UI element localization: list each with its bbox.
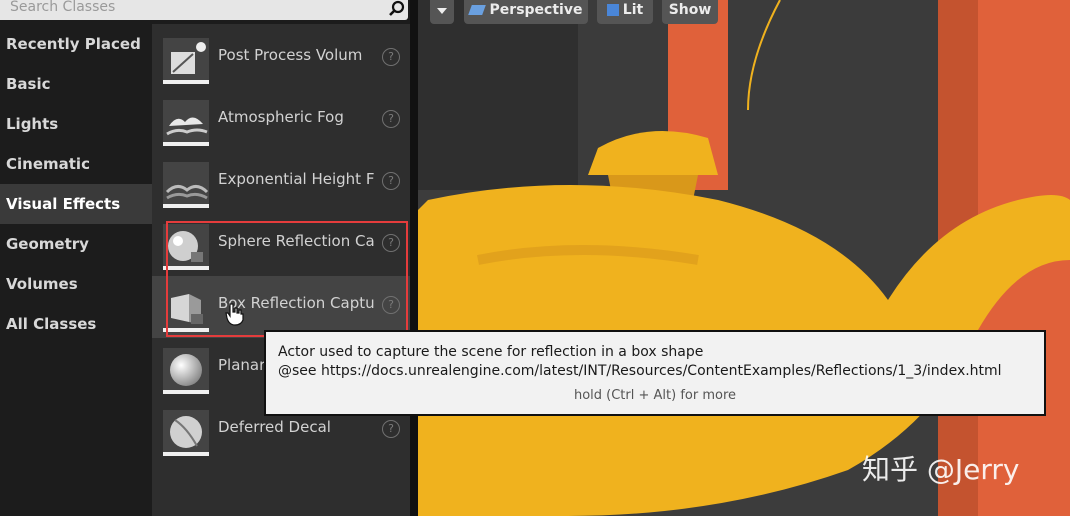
show-label: Show (668, 2, 712, 18)
tooltip: Actor used to capture the scene for refl… (264, 330, 1046, 416)
deferred-decal-icon (163, 410, 209, 456)
category-recently-placed[interactable]: Recently Placed (0, 24, 152, 64)
list-item-exponential-height-fog[interactable]: Exponential Height F ? (152, 152, 410, 214)
category-all-classes[interactable]: All Classes (0, 304, 152, 344)
viewport-scene (418, 0, 1070, 516)
list-item-post-process-volume[interactable]: Post Process Volum ? (152, 28, 410, 90)
help-icon[interactable]: ? (382, 172, 400, 190)
lit-icon (606, 4, 619, 16)
panel-splitter[interactable] (410, 0, 418, 516)
category-visual-effects[interactable]: Visual Effects (0, 184, 152, 224)
item-label: Exponential Height F (218, 170, 374, 188)
item-label: Atmospheric Fog (218, 108, 344, 126)
category-basic[interactable]: Basic (0, 64, 152, 104)
tooltip-doc-link: @see https://docs.unrealengine.com/lates… (278, 363, 1002, 379)
search-input[interactable]: Search Classes (10, 0, 115, 15)
item-label: Deferred Decal (218, 418, 331, 436)
hand-cursor-icon (224, 302, 246, 330)
show-button[interactable]: Show (662, 0, 718, 24)
list-item-atmospheric-fog[interactable]: Atmospheric Fog ? (152, 90, 410, 152)
tooltip-hint: hold (Ctrl + Alt) for more (573, 388, 737, 403)
watermark: 知乎 @Jerry (862, 453, 1020, 486)
category-cinematic[interactable]: Cinematic (0, 144, 152, 184)
atmospheric-fog-icon (163, 100, 209, 146)
help-icon[interactable]: ? (382, 110, 400, 128)
help-icon[interactable]: ? (382, 48, 400, 66)
highlight-box (166, 221, 408, 337)
category-geometry[interactable]: Geometry (0, 224, 152, 264)
category-lights[interactable]: Lights (0, 104, 152, 144)
viewport-options-button[interactable] (430, 0, 454, 24)
search-icon[interactable] (388, 0, 406, 18)
item-label: Post Process Volum (218, 46, 363, 64)
tooltip-description: Actor used to capture the scene for refl… (278, 344, 704, 360)
perspective-label: Perspective (489, 2, 583, 18)
post-process-volume-icon (163, 38, 209, 84)
level-viewport[interactable]: Perspective Lit Show (418, 0, 1070, 516)
category-volumes[interactable]: Volumes (0, 264, 152, 304)
perspective-icon (467, 5, 486, 15)
lit-button[interactable]: Lit (597, 0, 653, 24)
search-box[interactable]: Search Classes (0, 0, 408, 20)
exponential-height-fog-icon (163, 162, 209, 208)
help-icon[interactable]: ? (382, 420, 400, 438)
category-list: Recently Placed Basic Lights Cinematic V… (0, 24, 152, 344)
perspective-button[interactable]: Perspective (464, 0, 588, 24)
lit-label: Lit (622, 2, 644, 18)
planar-reflection-icon (163, 348, 209, 394)
